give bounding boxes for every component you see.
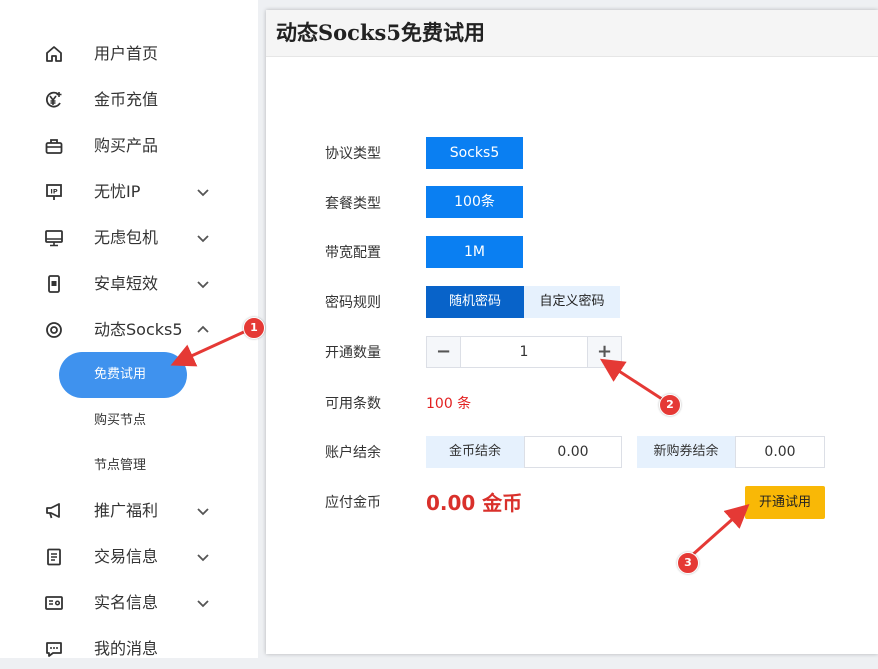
shopping-bag-icon <box>44 136 64 156</box>
sidebar-item-label: 金币充值 <box>94 90 159 109</box>
sidebar-item-label: 推广福利 <box>94 501 159 520</box>
sidebar-item-real-name[interactable]: 实名信息 <box>0 583 258 623</box>
payable-amount: 0.00 金币 <box>426 491 523 515</box>
sidebar-subitem-label: 免费试用 <box>94 367 147 382</box>
sidebar-item-label: 动态Socks5 <box>94 320 183 339</box>
svg-text:IP: IP <box>50 188 57 196</box>
password-rule-label: 密码规则 <box>325 295 381 311</box>
sidebar-item-label: 我的消息 <box>94 639 159 658</box>
sidebar-item-label: 安卓短效 <box>94 274 159 293</box>
sidebar-item-messages[interactable]: 我的消息 <box>0 629 258 669</box>
quantity-label: 开通数量 <box>325 345 381 361</box>
home-icon <box>44 44 64 64</box>
open-trial-button[interactable]: 开通试用 <box>745 486 825 519</box>
sidebar-item-label: 交易信息 <box>94 547 159 566</box>
chevron-down-icon <box>197 508 209 516</box>
bandwidth-option-1m[interactable]: 1M <box>426 236 523 268</box>
sidebar-item-socks5[interactable]: 动态Socks5 <box>0 310 258 350</box>
sidebar-item-wuyou-ip[interactable]: IP 无忧IP <box>0 172 258 212</box>
coin-balance-label: 金币结余 <box>426 436 524 468</box>
package-label: 套餐类型 <box>325 196 381 212</box>
password-option-custom[interactable]: 自定义密码 <box>524 286 620 318</box>
sidebar-subitem-free-trial[interactable]: 免费试用 <box>59 352 187 398</box>
coin-balance-field[interactable]: 0.00 <box>524 436 622 468</box>
available-value: 100 条 <box>426 396 472 412</box>
chevron-up-icon <box>197 325 209 333</box>
ip-icon: IP <box>44 182 64 202</box>
target-icon <box>44 320 64 340</box>
quantity-stepper: − 1 + <box>426 336 622 368</box>
sidebar-item-dedicated[interactable]: 无虑包机 <box>0 218 258 258</box>
bandwidth-label: 带宽配置 <box>325 245 381 261</box>
available-label: 可用条数 <box>325 396 381 412</box>
page-title: 动态Socks5免费试用 <box>276 20 485 45</box>
annotation-badge-2: 2 <box>659 394 681 416</box>
document-icon <box>44 547 64 567</box>
mobile-icon <box>44 274 64 294</box>
protocol-label: 协议类型 <box>325 146 381 162</box>
megaphone-icon <box>44 501 64 521</box>
sidebar-subitem-buy-node[interactable]: 购买节点 <box>0 401 258 441</box>
annotation-badge-3: 3 <box>677 552 699 574</box>
monitor-icon <box>44 228 64 248</box>
panel-header: 动态Socks5免费试用 <box>266 10 878 57</box>
voucher-balance-field[interactable]: 0.00 <box>735 436 825 468</box>
chevron-down-icon <box>197 554 209 562</box>
package-option-100[interactable]: 100条 <box>426 186 523 218</box>
chevron-down-icon <box>197 281 209 289</box>
annotation-badge-1: 1 <box>243 317 265 339</box>
chevron-down-icon <box>197 189 209 197</box>
sidebar-item-label: 实名信息 <box>94 593 159 612</box>
sidebar: 用户首页 金币充值 购买产品 IP 无忧IP 无虑包机 安卓短效 动态Socks… <box>0 0 258 658</box>
sidebar-subitem-label: 节点管理 <box>94 458 147 473</box>
message-icon <box>44 639 64 659</box>
sidebar-item-recharge[interactable]: 金币充值 <box>0 80 258 120</box>
sidebar-item-buy-product[interactable]: 购买产品 <box>0 126 258 166</box>
sidebar-item-label: 购买产品 <box>94 136 159 155</box>
chevron-down-icon <box>197 600 209 608</box>
id-card-icon <box>44 593 64 613</box>
yen-coin-icon <box>44 90 64 110</box>
trial-panel: 动态Socks5免费试用 协议类型 Socks5 套餐类型 100条 带宽配置 … <box>266 10 878 654</box>
voucher-balance-label: 新购券结余 <box>637 436 735 468</box>
balance-label: 账户结余 <box>325 445 381 461</box>
sidebar-item-label: 无虑包机 <box>94 228 159 247</box>
sidebar-item-label: 用户首页 <box>94 44 159 63</box>
sidebar-subitem-label: 购买节点 <box>94 413 147 428</box>
protocol-option-socks5[interactable]: Socks5 <box>426 137 523 169</box>
sidebar-item-label: 无忧IP <box>94 182 141 201</box>
quantity-increment-button[interactable]: + <box>587 337 621 367</box>
quantity-decrement-button[interactable]: − <box>427 337 461 367</box>
sidebar-item-home[interactable]: 用户首页 <box>0 34 258 74</box>
password-option-random[interactable]: 随机密码 <box>426 286 524 318</box>
chevron-down-icon <box>197 235 209 243</box>
sidebar-item-android[interactable]: 安卓短效 <box>0 264 258 304</box>
quantity-input[interactable]: 1 <box>461 337 587 367</box>
payable-label: 应付金币 <box>325 495 381 511</box>
sidebar-subitem-node-manage[interactable]: 节点管理 <box>0 446 258 486</box>
sidebar-item-promotion[interactable]: 推广福利 <box>0 491 258 531</box>
sidebar-item-transactions[interactable]: 交易信息 <box>0 537 258 577</box>
